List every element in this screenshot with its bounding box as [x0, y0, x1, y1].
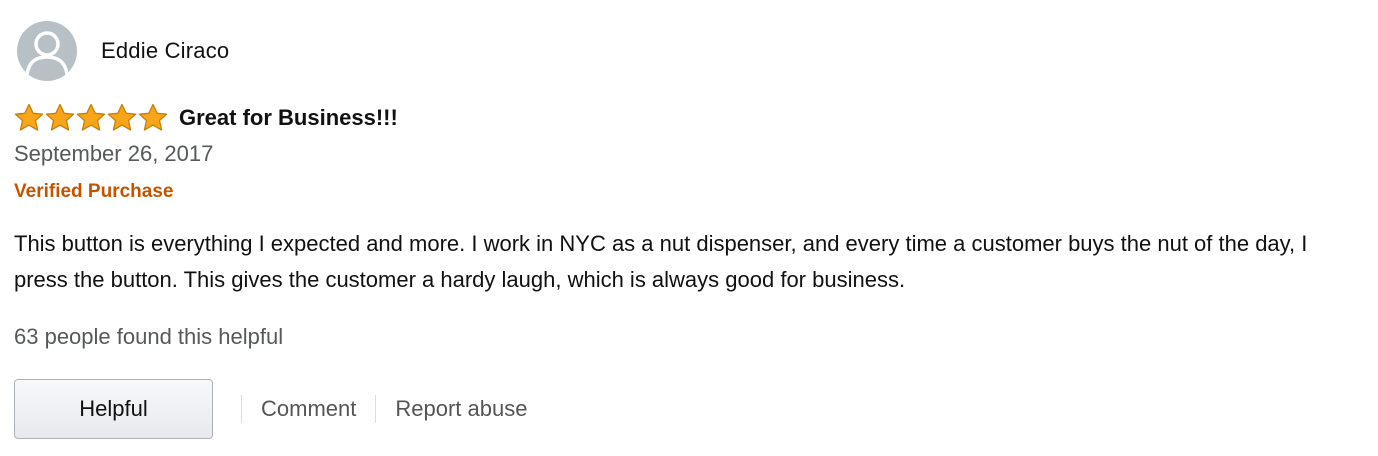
- helpful-button[interactable]: Helpful: [14, 379, 213, 439]
- star-icon: [14, 103, 44, 131]
- star-icon: [45, 103, 75, 131]
- customer-review: Eddie Ciraco Great for Business!!! Septe…: [0, 0, 1378, 456]
- report-abuse-link[interactable]: Report abuse: [376, 396, 546, 422]
- review-actions: Helpful Comment Report abuse: [14, 378, 546, 440]
- star-rating[interactable]: [14, 103, 169, 133]
- review-body: This button is everything I expected and…: [14, 231, 1308, 292]
- default-user-avatar-icon[interactable]: [17, 21, 77, 81]
- star-icon: [76, 103, 106, 131]
- reviewer-name[interactable]: Eddie Ciraco: [101, 38, 229, 64]
- verified-purchase-badge: Verified Purchase: [14, 181, 174, 202]
- comment-link[interactable]: Comment: [242, 396, 375, 422]
- reviewer-profile[interactable]: Eddie Ciraco: [17, 21, 229, 81]
- review-title[interactable]: Great for Business!!!: [179, 105, 398, 131]
- star-icon: [138, 103, 168, 131]
- helpful-count: 63 people found this helpful: [14, 324, 284, 349]
- review-date: September 26, 2017: [14, 141, 214, 166]
- star-icon: [107, 103, 137, 131]
- rating-row: Great for Business!!!: [14, 100, 398, 136]
